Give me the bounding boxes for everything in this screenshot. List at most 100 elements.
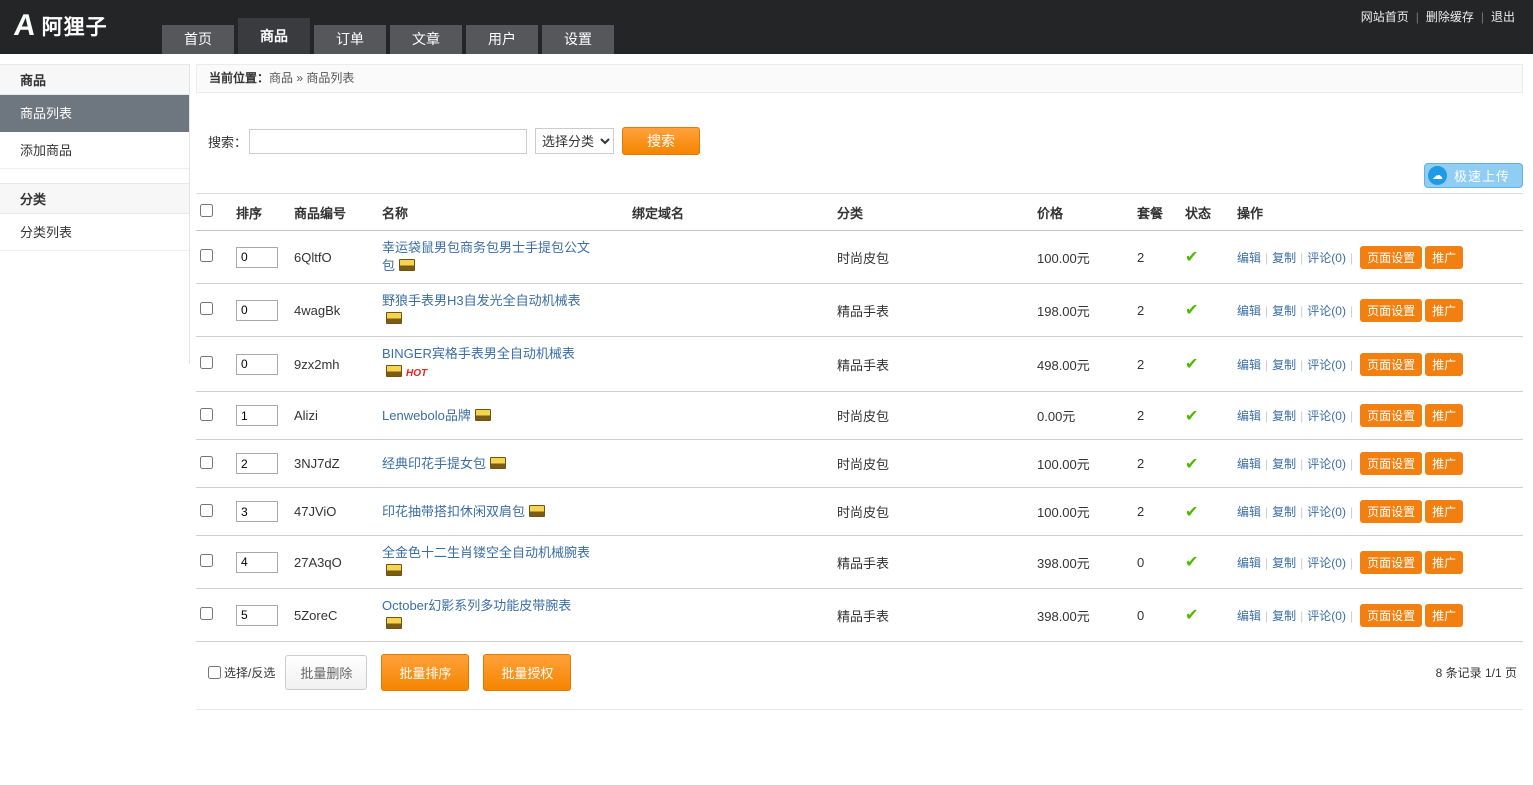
product-name-link[interactable]: BINGER宾格手表男全自动机械表 bbox=[382, 346, 575, 361]
table-row: 3NJ7dZ 经典印花手提女包HOT 时尚皮包 100.00元 2 ✔ 编辑|复… bbox=[196, 440, 1523, 488]
edit-link[interactable]: 编辑 bbox=[1237, 409, 1261, 423]
promote-button[interactable]: 推广 bbox=[1425, 353, 1463, 376]
sort-input[interactable] bbox=[236, 354, 278, 375]
sort-input[interactable] bbox=[236, 405, 278, 426]
page-setup-button[interactable]: 页面设置 bbox=[1360, 299, 1422, 322]
page-setup-button[interactable]: 页面设置 bbox=[1360, 500, 1422, 523]
search-button[interactable]: 搜索 bbox=[622, 127, 700, 155]
site-home-link[interactable]: 网站首页 bbox=[1361, 10, 1409, 24]
logo-text: 阿狸子 bbox=[42, 11, 108, 41]
comments-link[interactable]: 评论(0) bbox=[1307, 304, 1346, 318]
sort-input[interactable] bbox=[236, 453, 278, 474]
page-setup-button[interactable]: 页面设置 bbox=[1360, 551, 1422, 574]
product-name-link[interactable]: 全金色十二生肖镂空全自动机械腕表 bbox=[382, 545, 590, 560]
promote-button[interactable]: 推广 bbox=[1425, 604, 1463, 627]
page-setup-button[interactable]: 页面设置 bbox=[1360, 246, 1422, 269]
edit-link[interactable]: 编辑 bbox=[1237, 505, 1261, 519]
copy-link[interactable]: 复制 bbox=[1272, 251, 1296, 265]
logout-link[interactable]: 退出 bbox=[1491, 10, 1515, 24]
edit-link[interactable]: 编辑 bbox=[1237, 556, 1261, 570]
row-checkbox[interactable] bbox=[200, 249, 213, 262]
product-sku: Alizi bbox=[290, 392, 378, 440]
sort-input[interactable] bbox=[236, 501, 278, 522]
row-checkbox[interactable] bbox=[200, 356, 213, 369]
sort-input[interactable] bbox=[236, 300, 278, 321]
sidebar-item-product-list[interactable]: 商品列表 bbox=[0, 95, 189, 132]
copy-link[interactable]: 复制 bbox=[1272, 304, 1296, 318]
batch-sort-button[interactable]: 批量排序 bbox=[381, 654, 469, 691]
page-setup-button[interactable]: 页面设置 bbox=[1360, 353, 1422, 376]
promote-button[interactable]: 推广 bbox=[1425, 452, 1463, 475]
product-name-link[interactable]: 野狼手表男H3自发光全自动机械表 bbox=[382, 293, 581, 308]
row-checkbox[interactable] bbox=[200, 408, 213, 421]
product-name-link[interactable]: October幻影系列多功能皮带腕表 bbox=[382, 598, 571, 613]
logo[interactable]: A 阿狸子 bbox=[14, 9, 108, 43]
status-check-icon: ✔ bbox=[1185, 607, 1198, 624]
row-checkbox[interactable] bbox=[200, 302, 213, 315]
promote-button[interactable]: 推广 bbox=[1425, 246, 1463, 269]
batch-authorize-button[interactable]: 批量授权 bbox=[483, 654, 571, 691]
tab-products[interactable]: 商品 bbox=[238, 18, 310, 54]
tab-settings[interactable]: 设置 bbox=[542, 25, 614, 54]
action-separator: | bbox=[1265, 409, 1268, 423]
promote-button[interactable]: 推广 bbox=[1425, 404, 1463, 427]
comments-link[interactable]: 评论(0) bbox=[1307, 358, 1346, 372]
product-image-icon bbox=[386, 365, 402, 377]
tab-home[interactable]: 首页 bbox=[162, 25, 234, 54]
tab-orders[interactable]: 订单 bbox=[314, 25, 386, 54]
copy-link[interactable]: 复制 bbox=[1272, 409, 1296, 423]
quick-upload-button[interactable]: ☁ 极速上传 bbox=[1424, 163, 1523, 188]
edit-link[interactable]: 编辑 bbox=[1237, 609, 1261, 623]
edit-link[interactable]: 编辑 bbox=[1237, 358, 1261, 372]
search-input[interactable] bbox=[249, 129, 527, 154]
status-check-icon: ✔ bbox=[1185, 356, 1198, 373]
copy-link[interactable]: 复制 bbox=[1272, 609, 1296, 623]
tab-articles[interactable]: 文章 bbox=[390, 25, 462, 54]
topbar-links: 网站首页|删除缓存|退出 bbox=[1361, 8, 1515, 25]
row-checkbox[interactable] bbox=[200, 607, 213, 620]
batch-delete-button[interactable]: 批量删除 bbox=[285, 655, 367, 690]
row-checkbox[interactable] bbox=[200, 554, 213, 567]
table-row: 5ZoreC October幻影系列多功能皮带腕表HOT 精品手表 398.00… bbox=[196, 589, 1523, 642]
promote-button[interactable]: 推广 bbox=[1425, 299, 1463, 322]
copy-link[interactable]: 复制 bbox=[1272, 358, 1296, 372]
page-setup-button[interactable]: 页面设置 bbox=[1360, 604, 1422, 627]
copy-link[interactable]: 复制 bbox=[1272, 505, 1296, 519]
comments-link[interactable]: 评论(0) bbox=[1307, 505, 1346, 519]
promote-button[interactable]: 推广 bbox=[1425, 500, 1463, 523]
sidebar-item-category-list[interactable]: 分类列表 bbox=[0, 214, 189, 251]
copy-link[interactable]: 复制 bbox=[1272, 556, 1296, 570]
sidebar-item-add-product[interactable]: 添加商品 bbox=[0, 132, 189, 169]
promote-button[interactable]: 推广 bbox=[1425, 551, 1463, 574]
comments-link[interactable]: 评论(0) bbox=[1307, 556, 1346, 570]
category-select[interactable]: 选择分类 bbox=[535, 128, 614, 154]
comments-link[interactable]: 评论(0) bbox=[1307, 457, 1346, 471]
page-setup-button[interactable]: 页面设置 bbox=[1360, 452, 1422, 475]
comments-link[interactable]: 评论(0) bbox=[1307, 409, 1346, 423]
comments-link[interactable]: 评论(0) bbox=[1307, 609, 1346, 623]
edit-link[interactable]: 编辑 bbox=[1237, 251, 1261, 265]
page-setup-button[interactable]: 页面设置 bbox=[1360, 404, 1422, 427]
action-separator: | bbox=[1350, 409, 1353, 423]
sort-input[interactable] bbox=[236, 552, 278, 573]
tab-users[interactable]: 用户 bbox=[466, 25, 538, 54]
select-all-checkbox[interactable] bbox=[200, 204, 213, 217]
edit-link[interactable]: 编辑 bbox=[1237, 304, 1261, 318]
bound-domain bbox=[628, 589, 833, 642]
sort-input[interactable] bbox=[236, 247, 278, 268]
clear-cache-link[interactable]: 删除缓存 bbox=[1426, 10, 1474, 24]
edit-link[interactable]: 编辑 bbox=[1237, 457, 1261, 471]
row-checkbox[interactable] bbox=[200, 456, 213, 469]
copy-link[interactable]: 复制 bbox=[1272, 457, 1296, 471]
product-name-link[interactable]: Lenwebolo品牌 bbox=[382, 408, 471, 423]
sort-input[interactable] bbox=[236, 605, 278, 626]
row-checkbox[interactable] bbox=[200, 504, 213, 517]
comments-link[interactable]: 评论(0) bbox=[1307, 251, 1346, 265]
product-category: 精品手表 bbox=[833, 337, 1033, 392]
search-label: 搜索： bbox=[208, 132, 247, 151]
product-name-link[interactable]: 印花抽带搭扣休闲双肩包 bbox=[382, 504, 525, 519]
product-name-link[interactable]: 经典印花手提女包 bbox=[382, 456, 486, 471]
status-check-icon: ✔ bbox=[1185, 504, 1198, 521]
hot-badge: HOT bbox=[406, 368, 427, 379]
invert-selection-checkbox[interactable] bbox=[208, 666, 221, 679]
